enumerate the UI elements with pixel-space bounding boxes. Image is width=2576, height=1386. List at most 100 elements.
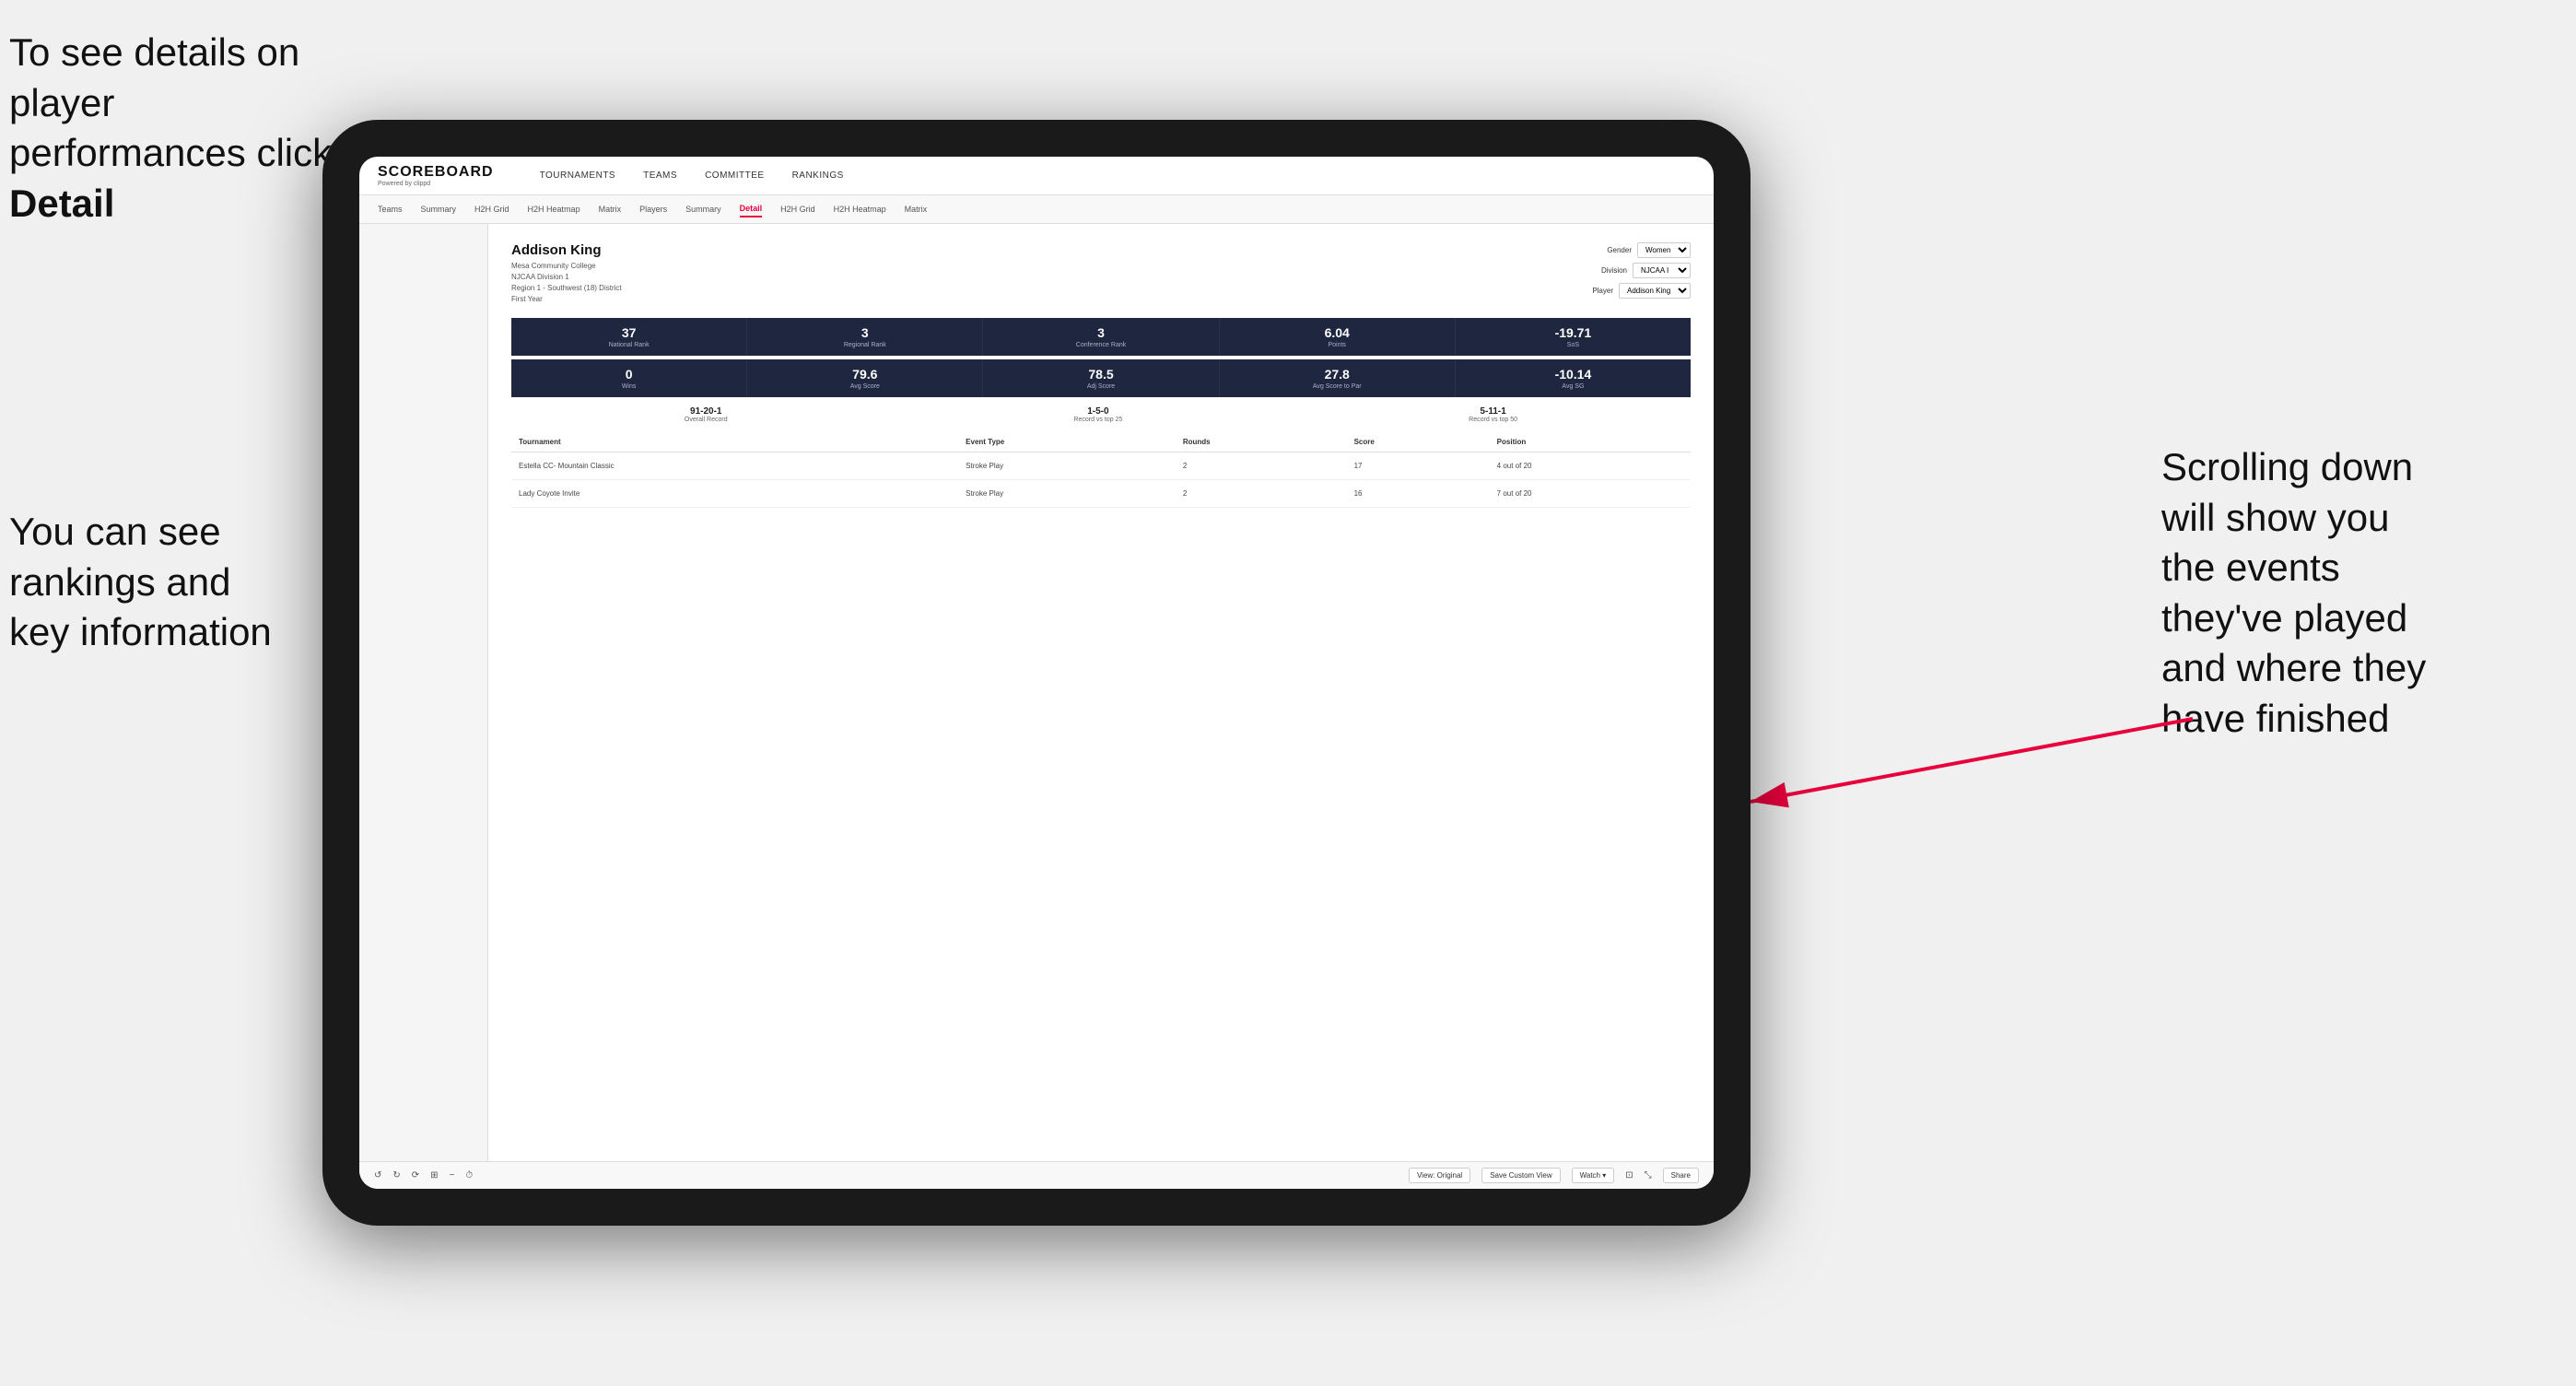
player-name: Addison King xyxy=(511,242,622,258)
td-position-2: 7 out of 20 xyxy=(1490,480,1691,508)
expand-icon[interactable]: ⤡ xyxy=(1645,1170,1652,1180)
td-tournament-2: Lady Coyote Invite xyxy=(511,480,958,508)
view-original-button[interactable]: View: Original xyxy=(1409,1168,1470,1183)
stats-row-1: 37 National Rank 3 Regional Rank 3 Confe… xyxy=(511,318,1691,356)
cast-icon[interactable]: ⊡ xyxy=(1625,1170,1633,1180)
logo-sub: Powered by clippd xyxy=(378,181,494,187)
gender-control: Gender Women Men xyxy=(1607,242,1691,258)
sub-nav-h2h-heatmap[interactable]: H2H Heatmap xyxy=(528,202,580,217)
stat-regional-rank-label: Regional Rank xyxy=(751,342,978,348)
minus-icon[interactable]: − xyxy=(450,1170,455,1180)
gender-select[interactable]: Women Men xyxy=(1637,242,1691,258)
logo-text: SCOREBOARD xyxy=(378,164,494,181)
player-year: First Year xyxy=(511,294,622,305)
record-top25-value: 1-5-0 xyxy=(1073,406,1122,417)
player-control: Player Addison King xyxy=(1592,283,1691,299)
record-overall-label: Overall Record xyxy=(685,417,728,423)
stat-regional-rank-value: 3 xyxy=(751,325,978,340)
stat-sos-label: SoS xyxy=(1459,342,1687,348)
record-overall-value: 91-20-1 xyxy=(685,406,728,417)
player-controls: Gender Women Men Division NJCAA I NJCAA … xyxy=(1592,242,1691,299)
zoom-icon[interactable]: ⊞ xyxy=(430,1170,438,1180)
stat-avg-sg: -10.14 Avg SG xyxy=(1456,359,1691,397)
player-info: Addison King Mesa Community College NJCA… xyxy=(511,242,622,305)
clock-icon[interactable]: ⏱ xyxy=(465,1170,473,1180)
sub-nav-matrix2[interactable]: Matrix xyxy=(905,202,928,217)
sub-nav-teams[interactable]: Teams xyxy=(378,202,403,217)
bottom-toolbar: ↺ ↻ ⟳ ⊞ − ⏱ View: Original Save Custom V… xyxy=(359,1161,1714,1189)
stat-regional-rank: 3 Regional Rank xyxy=(747,318,983,356)
stat-national-rank-value: 37 xyxy=(515,325,743,340)
stat-conference-rank: 3 Conference Rank xyxy=(983,318,1219,356)
division-control: Division NJCAA I NJCAA II xyxy=(1601,263,1691,278)
sub-nav-matrix[interactable]: Matrix xyxy=(599,202,622,217)
tablet: SCOREBOARD Powered by clippd TOURNAMENTS… xyxy=(322,120,1751,1226)
redo-icon[interactable]: ↻ xyxy=(392,1170,400,1180)
stat-points-label: Points xyxy=(1224,342,1451,348)
nav-item-committee[interactable]: COMMITTEE xyxy=(705,170,765,181)
sub-nav-summary2[interactable]: Summary xyxy=(685,202,721,217)
division-label: Division xyxy=(1601,266,1627,275)
stat-avg-score-value: 79.6 xyxy=(751,367,978,382)
player-label: Player xyxy=(1592,287,1613,295)
stat-avg-score-par-label: Avg Score to Par xyxy=(1224,383,1451,390)
stat-adj-score-value: 78.5 xyxy=(987,367,1214,382)
sub-nav-h2h-grid[interactable]: H2H Grid xyxy=(474,202,509,217)
sub-nav-h2h-grid2[interactable]: H2H Grid xyxy=(780,202,815,217)
stat-wins: 0 Wins xyxy=(511,359,747,397)
refresh-icon[interactable]: ⟳ xyxy=(412,1170,419,1180)
table-row[interactable]: Estella CC- Mountain Classic Stroke Play… xyxy=(511,452,1691,480)
record-top50-label: Record vs top 50 xyxy=(1469,417,1517,423)
undo-icon[interactable]: ↺ xyxy=(374,1170,381,1180)
stat-conference-rank-value: 3 xyxy=(987,325,1214,340)
td-rounds-2: 2 xyxy=(1176,480,1347,508)
table-header-row: Tournament Event Type Rounds Score Posit… xyxy=(511,432,1691,452)
nav-item-rankings[interactable]: RANKINGS xyxy=(792,170,844,181)
stat-avg-score-label: Avg Score xyxy=(751,383,978,390)
th-position: Position xyxy=(1490,432,1691,452)
stat-national-rank-label: National Rank xyxy=(515,342,743,348)
record-top25: 1-5-0 Record vs top 25 xyxy=(1073,406,1122,423)
annotation-detail-bold: Detail xyxy=(9,182,114,225)
th-tournament: Tournament xyxy=(511,432,958,452)
gender-label: Gender xyxy=(1607,246,1632,254)
th-score: Score xyxy=(1347,432,1490,452)
save-custom-view-button[interactable]: Save Custom View xyxy=(1481,1168,1560,1183)
stat-adj-score-label: Adj Score xyxy=(987,383,1214,390)
nav-item-tournaments[interactable]: TOURNAMENTS xyxy=(540,170,616,181)
td-event-type-2: Stroke Play xyxy=(958,480,1176,508)
table-row[interactable]: Lady Coyote Invite Stroke Play 2 16 7 ou… xyxy=(511,480,1691,508)
sub-nav-players[interactable]: Players xyxy=(639,202,667,217)
main-content: Addison King Mesa Community College NJCA… xyxy=(359,224,1714,1161)
stat-conference-rank-label: Conference Rank xyxy=(987,342,1214,348)
tournament-table: Tournament Event Type Rounds Score Posit… xyxy=(511,432,1691,508)
sub-nav-detail[interactable]: Detail xyxy=(740,201,763,217)
watch-button[interactable]: Watch ▾ xyxy=(1572,1168,1615,1183)
top-nav: SCOREBOARD Powered by clippd TOURNAMENTS… xyxy=(359,157,1714,195)
record-top25-label: Record vs top 25 xyxy=(1073,417,1122,423)
stat-wins-label: Wins xyxy=(515,383,743,390)
detail-panel[interactable]: Addison King Mesa Community College NJCA… xyxy=(488,224,1714,1161)
stats-row-2: 0 Wins 79.6 Avg Score 78.5 Adj Score 27.… xyxy=(511,359,1691,397)
sub-nav-h2h-heatmap2[interactable]: H2H Heatmap xyxy=(834,202,886,217)
td-tournament-1: Estella CC- Mountain Classic xyxy=(511,452,958,480)
td-rounds-1: 2 xyxy=(1176,452,1347,480)
record-top50: 5-11-1 Record vs top 50 xyxy=(1469,406,1517,423)
sub-nav-summary[interactable]: Summary xyxy=(421,202,457,217)
player-school: Mesa Community College xyxy=(511,261,622,272)
division-select[interactable]: NJCAA I NJCAA II xyxy=(1633,263,1691,278)
share-button[interactable]: Share xyxy=(1663,1168,1699,1183)
player-division: NJCAA Division 1 xyxy=(511,272,622,283)
nav-item-teams[interactable]: TEAMS xyxy=(643,170,677,181)
td-position-1: 4 out of 20 xyxy=(1490,452,1691,480)
annotation-bottom-left: You can seerankings andkey information xyxy=(9,507,359,658)
player-select[interactable]: Addison King xyxy=(1619,283,1691,299)
th-rounds: Rounds xyxy=(1176,432,1347,452)
stat-points-value: 6.04 xyxy=(1224,325,1451,340)
player-header: Addison King Mesa Community College NJCA… xyxy=(511,242,1691,305)
record-overall: 91-20-1 Overall Record xyxy=(685,406,728,423)
stat-avg-sg-label: Avg SG xyxy=(1459,383,1687,390)
stat-avg-score: 79.6 Avg Score xyxy=(747,359,983,397)
stat-sos-value: -19.71 xyxy=(1459,325,1687,340)
annotation-right: Scrolling downwill show youthe eventsthe… xyxy=(2161,442,2548,745)
